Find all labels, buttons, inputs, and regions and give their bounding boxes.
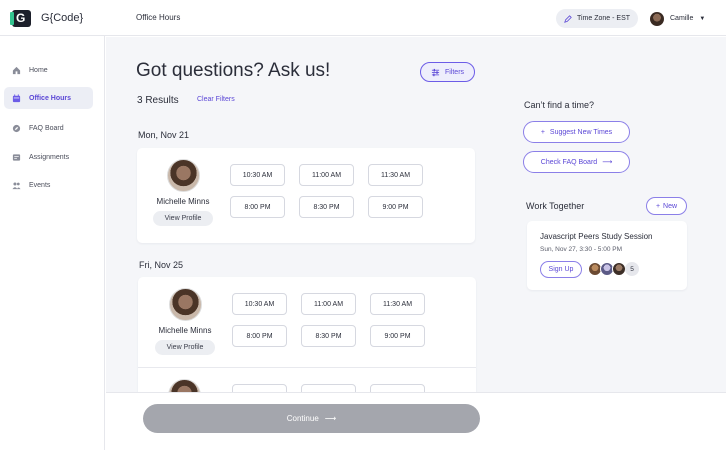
page-breadcrumb: Office Hours: [136, 13, 181, 22]
pencil-icon: [564, 14, 572, 23]
view-profile-button[interactable]: View Profile: [155, 340, 215, 355]
sidebar-item-assignments[interactable]: Assignments: [4, 146, 93, 168]
session-time: Sun, Nov 27, 3:30 - 5:00 PM: [540, 246, 623, 253]
sidebar-item-label: FAQ Board: [29, 124, 64, 132]
logo[interactable]: G: [10, 10, 31, 27]
suggest-new-times-button[interactable]: + Suggest New Times: [523, 121, 630, 143]
time-slot[interactable]: 10:30 AM: [232, 293, 287, 315]
card-divider: [138, 367, 476, 368]
sidebar-item-home[interactable]: Home: [4, 59, 93, 81]
time-slot[interactable]: 8:00 PM: [230, 196, 285, 218]
session-title: Javascript Peers Study Session: [540, 232, 653, 241]
time-slot[interactable]: 11:30 AM: [370, 293, 425, 315]
time-slot[interactable]: 9:00 PM: [370, 325, 425, 347]
time-slot[interactable]: 10:30 AM: [230, 164, 285, 186]
brand-name[interactable]: G{Code}: [41, 12, 83, 24]
sidebar-item-label: Home: [29, 66, 48, 74]
mentor-avatar: [166, 159, 200, 192]
mentor-profile: Michelle Minns View Profile: [145, 288, 225, 355]
page-title: Got questions? Ask us!: [136, 60, 331, 81]
people-icon: [12, 181, 21, 189]
filters-button[interactable]: Filters: [420, 62, 475, 82]
results-count: 3 Results: [137, 95, 179, 106]
timezone-label: Time Zone - EST: [576, 15, 631, 22]
new-label: New: [663, 202, 678, 210]
sidebar-item-faq-board[interactable]: FAQ Board: [4, 117, 93, 139]
date-heading: Fri, Nov 25: [139, 260, 184, 270]
new-session-button[interactable]: + New: [646, 197, 687, 215]
time-slot[interactable]: 9:00 PM: [368, 196, 423, 218]
arrow-right-icon: ⟶: [602, 159, 613, 166]
mentor-profile: Michelle Minns View Profile: [143, 159, 223, 226]
sign-up-button[interactable]: Sign Up: [540, 261, 582, 278]
sliders-icon: [431, 68, 440, 76]
check-faq-board-button[interactable]: Check FAQ Board ⟶: [523, 151, 630, 173]
work-together-heading: Work Together: [526, 201, 585, 211]
attendee-avatar: [612, 262, 626, 276]
caret-down-icon: ▼: [699, 15, 706, 22]
logo-glyph: G: [16, 11, 26, 25]
arrow-right-icon: ⟶: [324, 414, 337, 423]
compass-icon: [12, 124, 21, 132]
sidebar-item-events[interactable]: Events: [4, 174, 93, 196]
clear-filters-link[interactable]: Clear Filters: [197, 96, 235, 103]
mentor-avatar: [168, 288, 202, 321]
home-icon: [12, 66, 21, 74]
plus-icon: +: [655, 202, 661, 210]
user-menu[interactable]: Camille ▼: [650, 10, 705, 27]
plus-icon: +: [540, 128, 545, 136]
time-slot[interactable]: 11:00 AM: [299, 164, 354, 186]
sidebar-item-office-hours[interactable]: Office Hours: [4, 87, 93, 109]
faq-label: Check FAQ Board: [540, 158, 598, 166]
mentor-name: Michelle Minns: [156, 197, 210, 206]
continue-label: Continue: [286, 414, 319, 423]
user-name: Camille: [670, 15, 694, 22]
sidebar-item-label: Assignments: [29, 153, 70, 161]
time-slot[interactable]: 8:30 PM: [299, 196, 354, 218]
top-bar: G G{Code} Office Hours Time Zone - EST C…: [0, 0, 726, 36]
time-slot[interactable]: 8:30 PM: [301, 325, 356, 347]
sidebar-item-label: Events: [29, 181, 51, 189]
study-session-card: Javascript Peers Study Session Sun, Nov …: [527, 221, 687, 290]
sidebar-item-label: Office Hours: [29, 94, 72, 102]
suggest-label: Suggest New Times: [549, 128, 613, 136]
time-slot[interactable]: 11:00 AM: [301, 293, 356, 315]
view-profile-button[interactable]: View Profile: [153, 211, 213, 226]
mentor-name: Michelle Minns: [158, 326, 212, 335]
cant-find-heading: Can’t find a time?: [524, 100, 595, 110]
continue-button[interactable]: Continue ⟶: [143, 404, 480, 433]
date-heading: Mon, Nov 21: [138, 130, 190, 140]
extra-attendees-count: 5: [625, 262, 639, 276]
assignment-icon: [12, 153, 21, 161]
timezone-button[interactable]: Time Zone - EST: [556, 9, 638, 28]
user-avatar: [650, 11, 664, 26]
calendar-icon: [12, 93, 21, 102]
time-slot[interactable]: 11:30 AM: [368, 164, 423, 186]
sidebar: Home Office Hours FAQ Board Assignments …: [0, 36, 105, 450]
time-slot[interactable]: 8:00 PM: [232, 325, 287, 347]
filters-label: Filters: [444, 68, 465, 76]
